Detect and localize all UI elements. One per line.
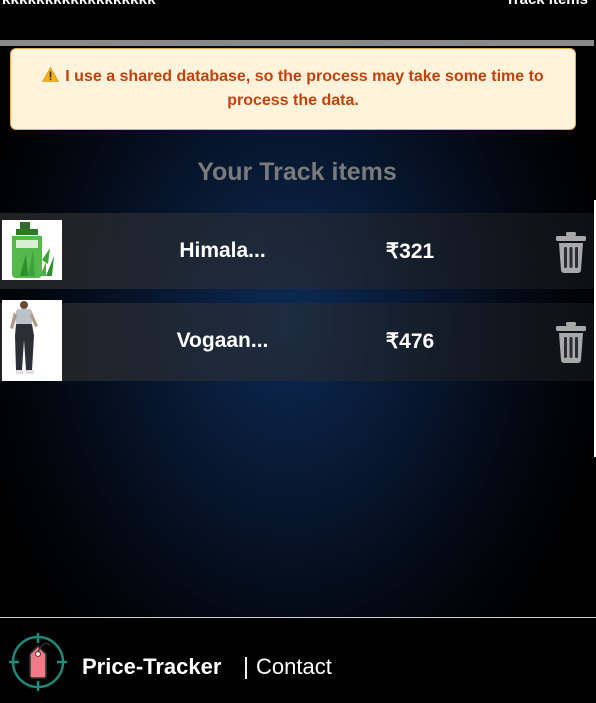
footer-separator: | <box>243 653 249 679</box>
app-name[interactable]: Price-Tracker <box>82 654 221 680</box>
product-image-vogaan[interactable] <box>2 300 62 381</box>
top-navbar: kkkkkkkkkkkkkkkkkk Track items <box>0 0 596 40</box>
page-title: Your Track items <box>197 158 397 186</box>
item-price: ₹476 <box>385 330 435 353</box>
item-price: ₹321 <box>385 240 435 263</box>
nav-link-track-items[interactable]: Track items <box>505 0 588 8</box>
trash-icon <box>556 232 586 273</box>
warning-icon <box>42 67 60 82</box>
trash-icon <box>556 322 586 363</box>
delete-item-button[interactable] <box>553 320 589 364</box>
notice-text: I use a shared database, so the process … <box>65 68 544 109</box>
tracked-item-row[interactable]: Vogaan... ₹476 <box>0 300 594 381</box>
product-image-himalaya[interactable] <box>2 220 62 280</box>
header-divider <box>0 40 594 46</box>
delete-item-button[interactable] <box>553 230 589 274</box>
info-notice: I use a shared database, so the process … <box>10 48 576 130</box>
item-name[interactable]: Himala... <box>160 239 285 263</box>
tracked-item-row[interactable]: Himala... ₹321 <box>0 213 594 289</box>
footer: Price-Tracker | Contact <box>0 617 596 703</box>
navbar-brand[interactable]: kkkkkkkkkkkkkkkkkk <box>2 0 156 8</box>
item-name[interactable]: Vogaan... <box>160 329 285 353</box>
price-tag-target-icon[interactable] <box>8 632 68 692</box>
contact-link[interactable]: Contact <box>256 654 332 680</box>
